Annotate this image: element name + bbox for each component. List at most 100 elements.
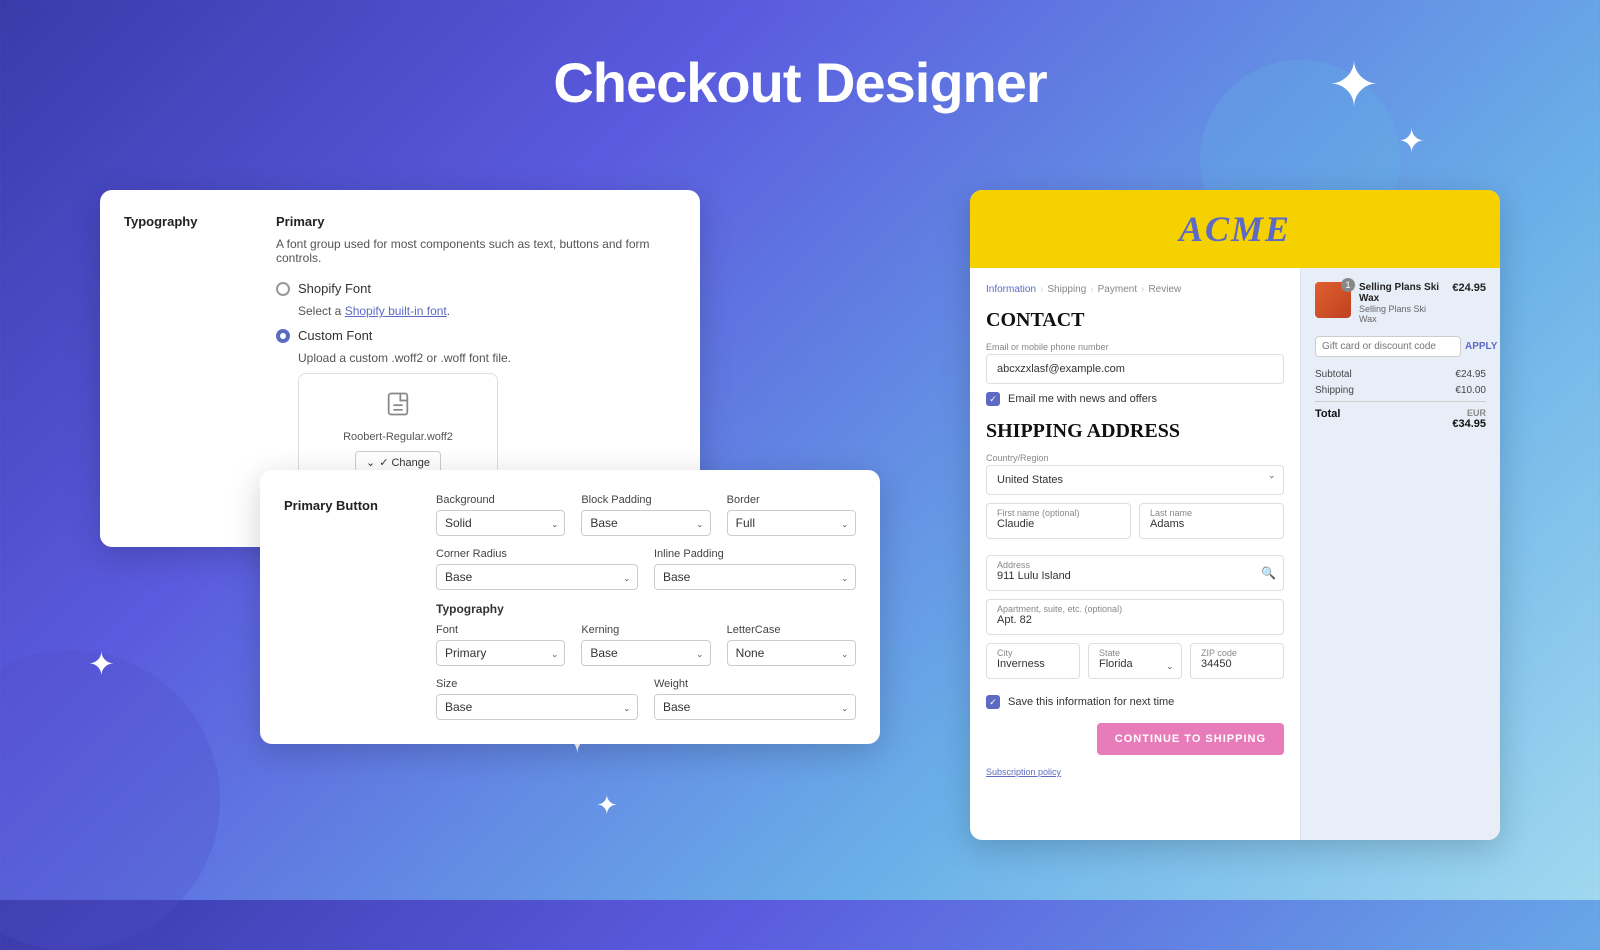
font-label: Font — [436, 624, 565, 636]
weight-select-wrap[interactable]: Base — [654, 694, 856, 720]
primary-button-label: Primary Button — [284, 498, 404, 513]
apt-value: Apt. 82 — [997, 614, 1273, 626]
last-name-value: Adams — [1150, 518, 1273, 530]
address-label: Address — [997, 560, 1030, 570]
address-field-wrap[interactable]: Address 911 Lulu Island 🔍 — [986, 555, 1284, 591]
zip-value: 34450 — [1201, 658, 1273, 670]
product-image: 1 — [1315, 282, 1351, 318]
subtotal-label: Subtotal — [1315, 369, 1352, 380]
total-value: €34.95 — [1452, 418, 1486, 430]
state-input-wrap[interactable]: State Florida — [1088, 643, 1182, 679]
discount-row: APPLY — [1315, 336, 1486, 357]
sparkle-icon-sub: ✦ — [1398, 125, 1425, 157]
kerning-select-wrap[interactable]: Base — [581, 640, 710, 666]
background-field: Background Solid — [436, 494, 565, 536]
continue-to-shipping-button[interactable]: CONTINUE TO SHIPPING — [1097, 723, 1284, 755]
letter-case-select-wrap[interactable]: None — [727, 640, 856, 666]
weight-label: Weight — [654, 678, 856, 690]
address-value: 911 Lulu Island — [997, 570, 1273, 582]
address-search-icon: 🔍 — [1261, 566, 1276, 580]
corner-radius-field: Corner Radius Base — [436, 548, 638, 590]
address-input-wrap[interactable]: Address 911 Lulu Island — [986, 555, 1284, 591]
subtotal-row: Subtotal €24.95 — [1315, 369, 1486, 380]
border-field: Border Full — [727, 494, 856, 536]
kerning-select[interactable]: Base — [581, 640, 710, 666]
corner-radius-select-wrap[interactable]: Base — [436, 564, 638, 590]
shopify-font-option[interactable]: Shopify Font — [276, 281, 676, 296]
inline-padding-select[interactable]: Base — [654, 564, 856, 590]
button-form-row2: Corner Radius Base Inline Padding — [436, 548, 856, 590]
state-wrap[interactable]: State Florida — [1088, 643, 1182, 687]
product-info: Selling Plans Ski Wax Selling Plans Ski … — [1359, 282, 1444, 324]
kerning-label: Kerning — [581, 624, 710, 636]
country-select[interactable]: United States — [986, 465, 1284, 495]
primary-label: Primary — [276, 214, 676, 229]
privacy-link[interactable]: Subscription policy — [986, 767, 1284, 777]
background-select[interactable]: Solid — [436, 510, 565, 536]
custom-font-option[interactable]: Custom Font — [276, 328, 676, 343]
state-label: State — [1099, 648, 1120, 658]
first-name-label: First name (optional) — [997, 508, 1080, 518]
primary-description: A font group used for most components su… — [276, 237, 676, 265]
size-select[interactable]: Base — [436, 694, 638, 720]
zip-field: ZIP code 34450 — [1190, 643, 1284, 687]
font-select[interactable]: Primary — [436, 640, 565, 666]
save-info-label: Save this information for next time — [1008, 696, 1174, 708]
typography-form-row2: Size Base Weight — [436, 678, 856, 720]
product-name-sub: Selling Plans Ski Wax — [1359, 304, 1444, 324]
first-name-input-wrap[interactable]: First name (optional) Claudie — [986, 503, 1131, 539]
email-input[interactable] — [986, 354, 1284, 384]
font-name-label: Roobert-Regular.woff2 — [315, 431, 481, 443]
city-state-row: City Inverness State Florida ZIP code — [986, 643, 1284, 687]
save-info-row[interactable]: ✓ Save this information for next time — [986, 695, 1284, 709]
apply-discount-button[interactable]: APPLY — [1465, 341, 1497, 352]
contact-heading: CONTACT — [986, 309, 1284, 332]
panels-area: Typography Primary A font group used for… — [100, 190, 1500, 840]
letter-case-label: LetterCase — [727, 624, 856, 636]
shipping-cost-label: Shipping — [1315, 385, 1354, 396]
typography-section-label: Typography — [436, 602, 856, 616]
product-badge: 1 — [1341, 278, 1355, 292]
last-name-input-wrap[interactable]: Last name Adams — [1139, 503, 1284, 539]
inline-padding-select-wrap[interactable]: Base — [654, 564, 856, 590]
shopify-font-link[interactable]: Shopify built-in font — [345, 304, 447, 318]
zip-label: ZIP code — [1201, 648, 1237, 658]
block-padding-field: Block Padding Base — [581, 494, 710, 536]
border-select[interactable]: Full — [727, 510, 856, 536]
shopify-font-radio[interactable] — [276, 282, 290, 296]
last-name-field: Last name Adams — [1139, 503, 1284, 547]
size-select-wrap[interactable]: Base — [436, 694, 638, 720]
city-field: City Inverness — [986, 643, 1080, 687]
total-tax-note: EUR — [1452, 408, 1486, 418]
apt-input-wrap[interactable]: Apartment, suite, etc. (optional) Apt. 8… — [986, 599, 1284, 635]
subtotal-value: €24.95 — [1455, 369, 1486, 380]
discount-input[interactable] — [1315, 336, 1461, 357]
zip-input-wrap[interactable]: ZIP code 34450 — [1190, 643, 1284, 679]
breadcrumb-payment: Payment — [1098, 284, 1137, 295]
background-select-wrap[interactable]: Solid — [436, 510, 565, 536]
breadcrumb-information: Information — [986, 284, 1036, 295]
city-input-wrap[interactable]: City Inverness — [986, 643, 1080, 679]
email-checkbox-row[interactable]: ✓ Email me with news and offers — [986, 392, 1284, 406]
checkout-header: ACME — [970, 190, 1500, 268]
block-padding-select-wrap[interactable]: Base — [581, 510, 710, 536]
typography-form-row1: Font Primary Kerning — [436, 624, 856, 666]
corner-radius-select[interactable]: Base — [436, 564, 638, 590]
custom-font-label: Custom Font — [298, 328, 372, 343]
font-select-wrap[interactable]: Primary — [436, 640, 565, 666]
save-info-checkbox[interactable]: ✓ — [986, 695, 1000, 709]
email-checkbox[interactable]: ✓ — [986, 392, 1000, 406]
weight-select[interactable]: Base — [654, 694, 856, 720]
typography-label: Typography — [124, 214, 244, 229]
block-padding-select[interactable]: Base — [581, 510, 710, 536]
apt-label: Apartment, suite, etc. (optional) — [997, 604, 1122, 614]
email-field-wrap: Email or mobile phone number — [986, 342, 1284, 392]
last-name-label: Last name — [1150, 508, 1192, 518]
country-select-wrap[interactable]: Country/Region United States — [986, 453, 1284, 495]
checkout-sidebar: 1 Selling Plans Ski Wax Selling Plans Sk… — [1300, 268, 1500, 840]
shopify-font-label: Shopify Font — [298, 281, 371, 296]
custom-font-radio[interactable] — [276, 329, 290, 343]
checkout-main: Information › Shipping › Payment › Revie… — [970, 268, 1300, 840]
letter-case-select[interactable]: None — [727, 640, 856, 666]
border-select-wrap[interactable]: Full — [727, 510, 856, 536]
